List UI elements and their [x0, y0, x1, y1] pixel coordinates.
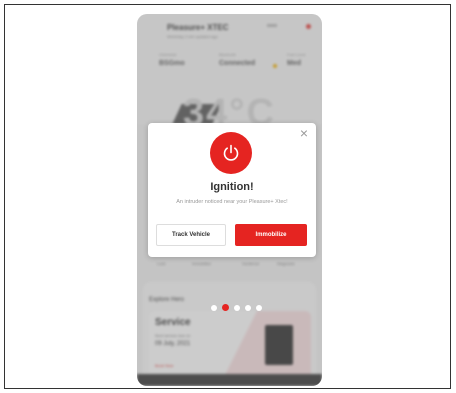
- pager-dot[interactable]: [211, 305, 217, 311]
- dialog-title: Ignition!: [210, 181, 254, 193]
- power-icon-badge: [210, 132, 252, 174]
- pager-dot-active[interactable]: [222, 304, 229, 311]
- pager-dot[interactable]: [256, 305, 262, 311]
- pager-dot[interactable]: [234, 305, 240, 311]
- pager-dot[interactable]: [245, 305, 251, 311]
- ignition-alert-dialog: × Ignition! An intruder noticed near you…: [148, 123, 316, 257]
- close-icon[interactable]: ×: [298, 126, 310, 140]
- track-vehicle-button[interactable]: Track Vehicle: [156, 224, 226, 246]
- power-icon: [223, 144, 239, 161]
- dialog-message: An intruder noticed near your Pleasure+ …: [176, 199, 288, 205]
- immobilize-button[interactable]: Immobilize: [235, 224, 307, 246]
